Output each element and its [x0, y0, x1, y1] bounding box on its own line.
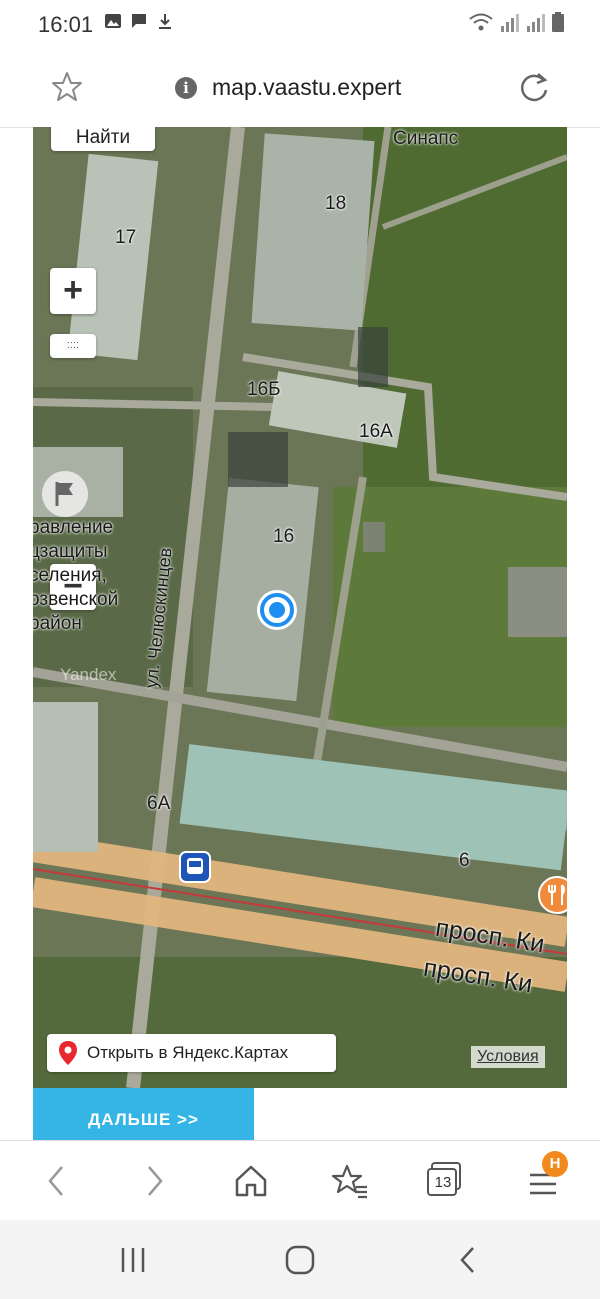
signal-icon	[501, 14, 519, 32]
url-text[interactable]: map.vaastu.expert	[212, 74, 401, 101]
status-time: 16:01	[38, 12, 94, 37]
signal-icon-2	[527, 14, 545, 32]
next-button[interactable]: ДАЛЬШЕ >>	[33, 1088, 254, 1140]
house-number: 16	[273, 526, 295, 547]
bookmarks-icon[interactable]	[332, 1163, 368, 1199]
reload-icon[interactable]	[517, 71, 551, 105]
tabs-count: 13	[434, 1174, 452, 1191]
poi-label-line: селения,	[33, 565, 107, 586]
address-bar[interactable]: i map.vaastu.expert	[0, 50, 600, 128]
home-nav-icon[interactable]	[284, 1245, 316, 1275]
poi-marker[interactable]	[42, 471, 88, 517]
poi-label-line: равление	[33, 517, 114, 538]
house-number: 16Б	[247, 379, 281, 400]
search-button[interactable]: Найти	[51, 127, 155, 151]
poi-label-line: озвенской	[33, 589, 119, 610]
map-pin-icon	[59, 1041, 77, 1065]
flag-icon	[55, 482, 73, 506]
star-outline-icon[interactable]	[50, 70, 84, 104]
site-info-icon[interactable]: i	[175, 77, 197, 99]
battery-icon	[552, 12, 564, 32]
house-number: 16А	[359, 421, 393, 442]
wifi-icon	[469, 13, 493, 31]
house-number: 6А	[147, 793, 171, 814]
place-label: Синапс	[393, 128, 459, 149]
poi-label: равление цзащиты селения, озвенской райо…	[33, 516, 118, 636]
open-in-yandex-maps-label: Открыть в Яндекс.Картах	[87, 1043, 289, 1062]
zoom-in-button[interactable]: +	[50, 268, 96, 314]
gallery-icon	[105, 14, 121, 28]
recent-apps-icon[interactable]	[118, 1246, 148, 1274]
house-number: 6	[459, 850, 470, 871]
status-bar: 16:01	[0, 0, 600, 50]
download-icon	[159, 14, 171, 29]
system-navigation-bar	[0, 1220, 600, 1299]
system-status-icons	[468, 12, 564, 32]
yandex-watermark: Yandex	[60, 665, 117, 684]
ruler-button[interactable]: ::::	[50, 334, 96, 358]
terms-link[interactable]: Условия	[471, 1046, 545, 1068]
bus-stop-icon[interactable]	[179, 851, 211, 883]
house-number: 17	[115, 227, 137, 248]
poi-label-line: район	[33, 613, 82, 634]
restaurant-icon[interactable]	[537, 875, 567, 915]
open-in-yandex-maps-button[interactable]: Открыть в Яндекс.Картах	[47, 1034, 336, 1072]
poi-label-line: цзащиты	[33, 541, 108, 562]
current-location-icon[interactable]	[255, 588, 299, 632]
forward-icon[interactable]	[141, 1163, 167, 1199]
tabs-button[interactable]: 13	[426, 1161, 464, 1199]
browser-toolbar: 13 Н	[0, 1140, 600, 1221]
back-nav-icon[interactable]	[455, 1245, 481, 1275]
map-view[interactable]: Найти + :::: − равление цзащиты селения,…	[33, 127, 567, 1088]
back-icon[interactable]	[44, 1163, 70, 1199]
notification-icons	[104, 12, 174, 30]
message-icon	[132, 14, 146, 28]
home-icon[interactable]	[234, 1163, 268, 1199]
house-number: 18	[325, 193, 347, 214]
notification-badge: Н	[542, 1151, 568, 1177]
